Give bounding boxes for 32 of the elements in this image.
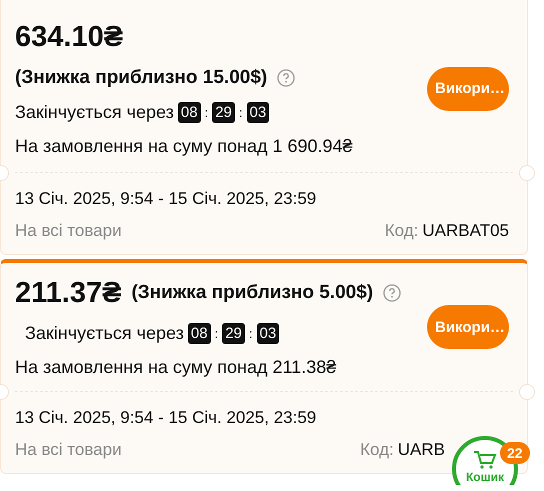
coupon-code: UARB [398, 440, 445, 460]
order-condition: На замовлення на суму понад 1 690.94₴ [15, 136, 354, 157]
help-icon[interactable] [277, 69, 296, 87]
timer-digits: 03 [246, 102, 270, 123]
code-label: Код: [384, 221, 418, 241]
expires-label: Закінчується через [25, 323, 184, 344]
coupon-amount: 211.37₴ [15, 276, 122, 310]
validity-dates: 13 Січ. 2025, 9:54 - 15 Січ. 2025, 23:59 [15, 189, 318, 209]
timer-colon: : [248, 326, 253, 341]
validity-dates: 13 Січ. 2025, 9:54 - 15 Січ. 2025, 23:59 [15, 408, 318, 428]
help-icon[interactable] [383, 284, 402, 302]
order-condition: На замовлення на суму понад 211.38₴ [15, 357, 338, 378]
coupon-amount: 634.10₴ [15, 20, 124, 54]
expires-label: Закінчується через [15, 102, 174, 123]
cart-count-badge: 22 [500, 442, 530, 464]
scope-label: На всі товари [15, 440, 122, 460]
use-button[interactable]: Викори… [427, 305, 509, 349]
coupon-code: UARBAT05 [422, 221, 509, 241]
scope-label: На всі товари [15, 221, 122, 241]
timer-digits: 08 [178, 102, 201, 123]
code-label: Код: [360, 440, 394, 460]
timer-digits: 29 [222, 323, 245, 344]
discount-note: (Знижка приблизно 15.00$) [15, 67, 268, 89]
cart-icon [473, 450, 497, 470]
discount-note: (Знижка приблизно 5.00$) [131, 282, 374, 304]
use-button[interactable]: Викори… [427, 66, 509, 110]
timer-colon: : [214, 326, 218, 341]
timer-colon: : [238, 105, 243, 120]
timer-colon: : [204, 105, 208, 120]
timer-digits: 03 [256, 323, 280, 344]
timer-digits: 29 [212, 102, 235, 123]
timer-digits: 08 [188, 323, 211, 344]
